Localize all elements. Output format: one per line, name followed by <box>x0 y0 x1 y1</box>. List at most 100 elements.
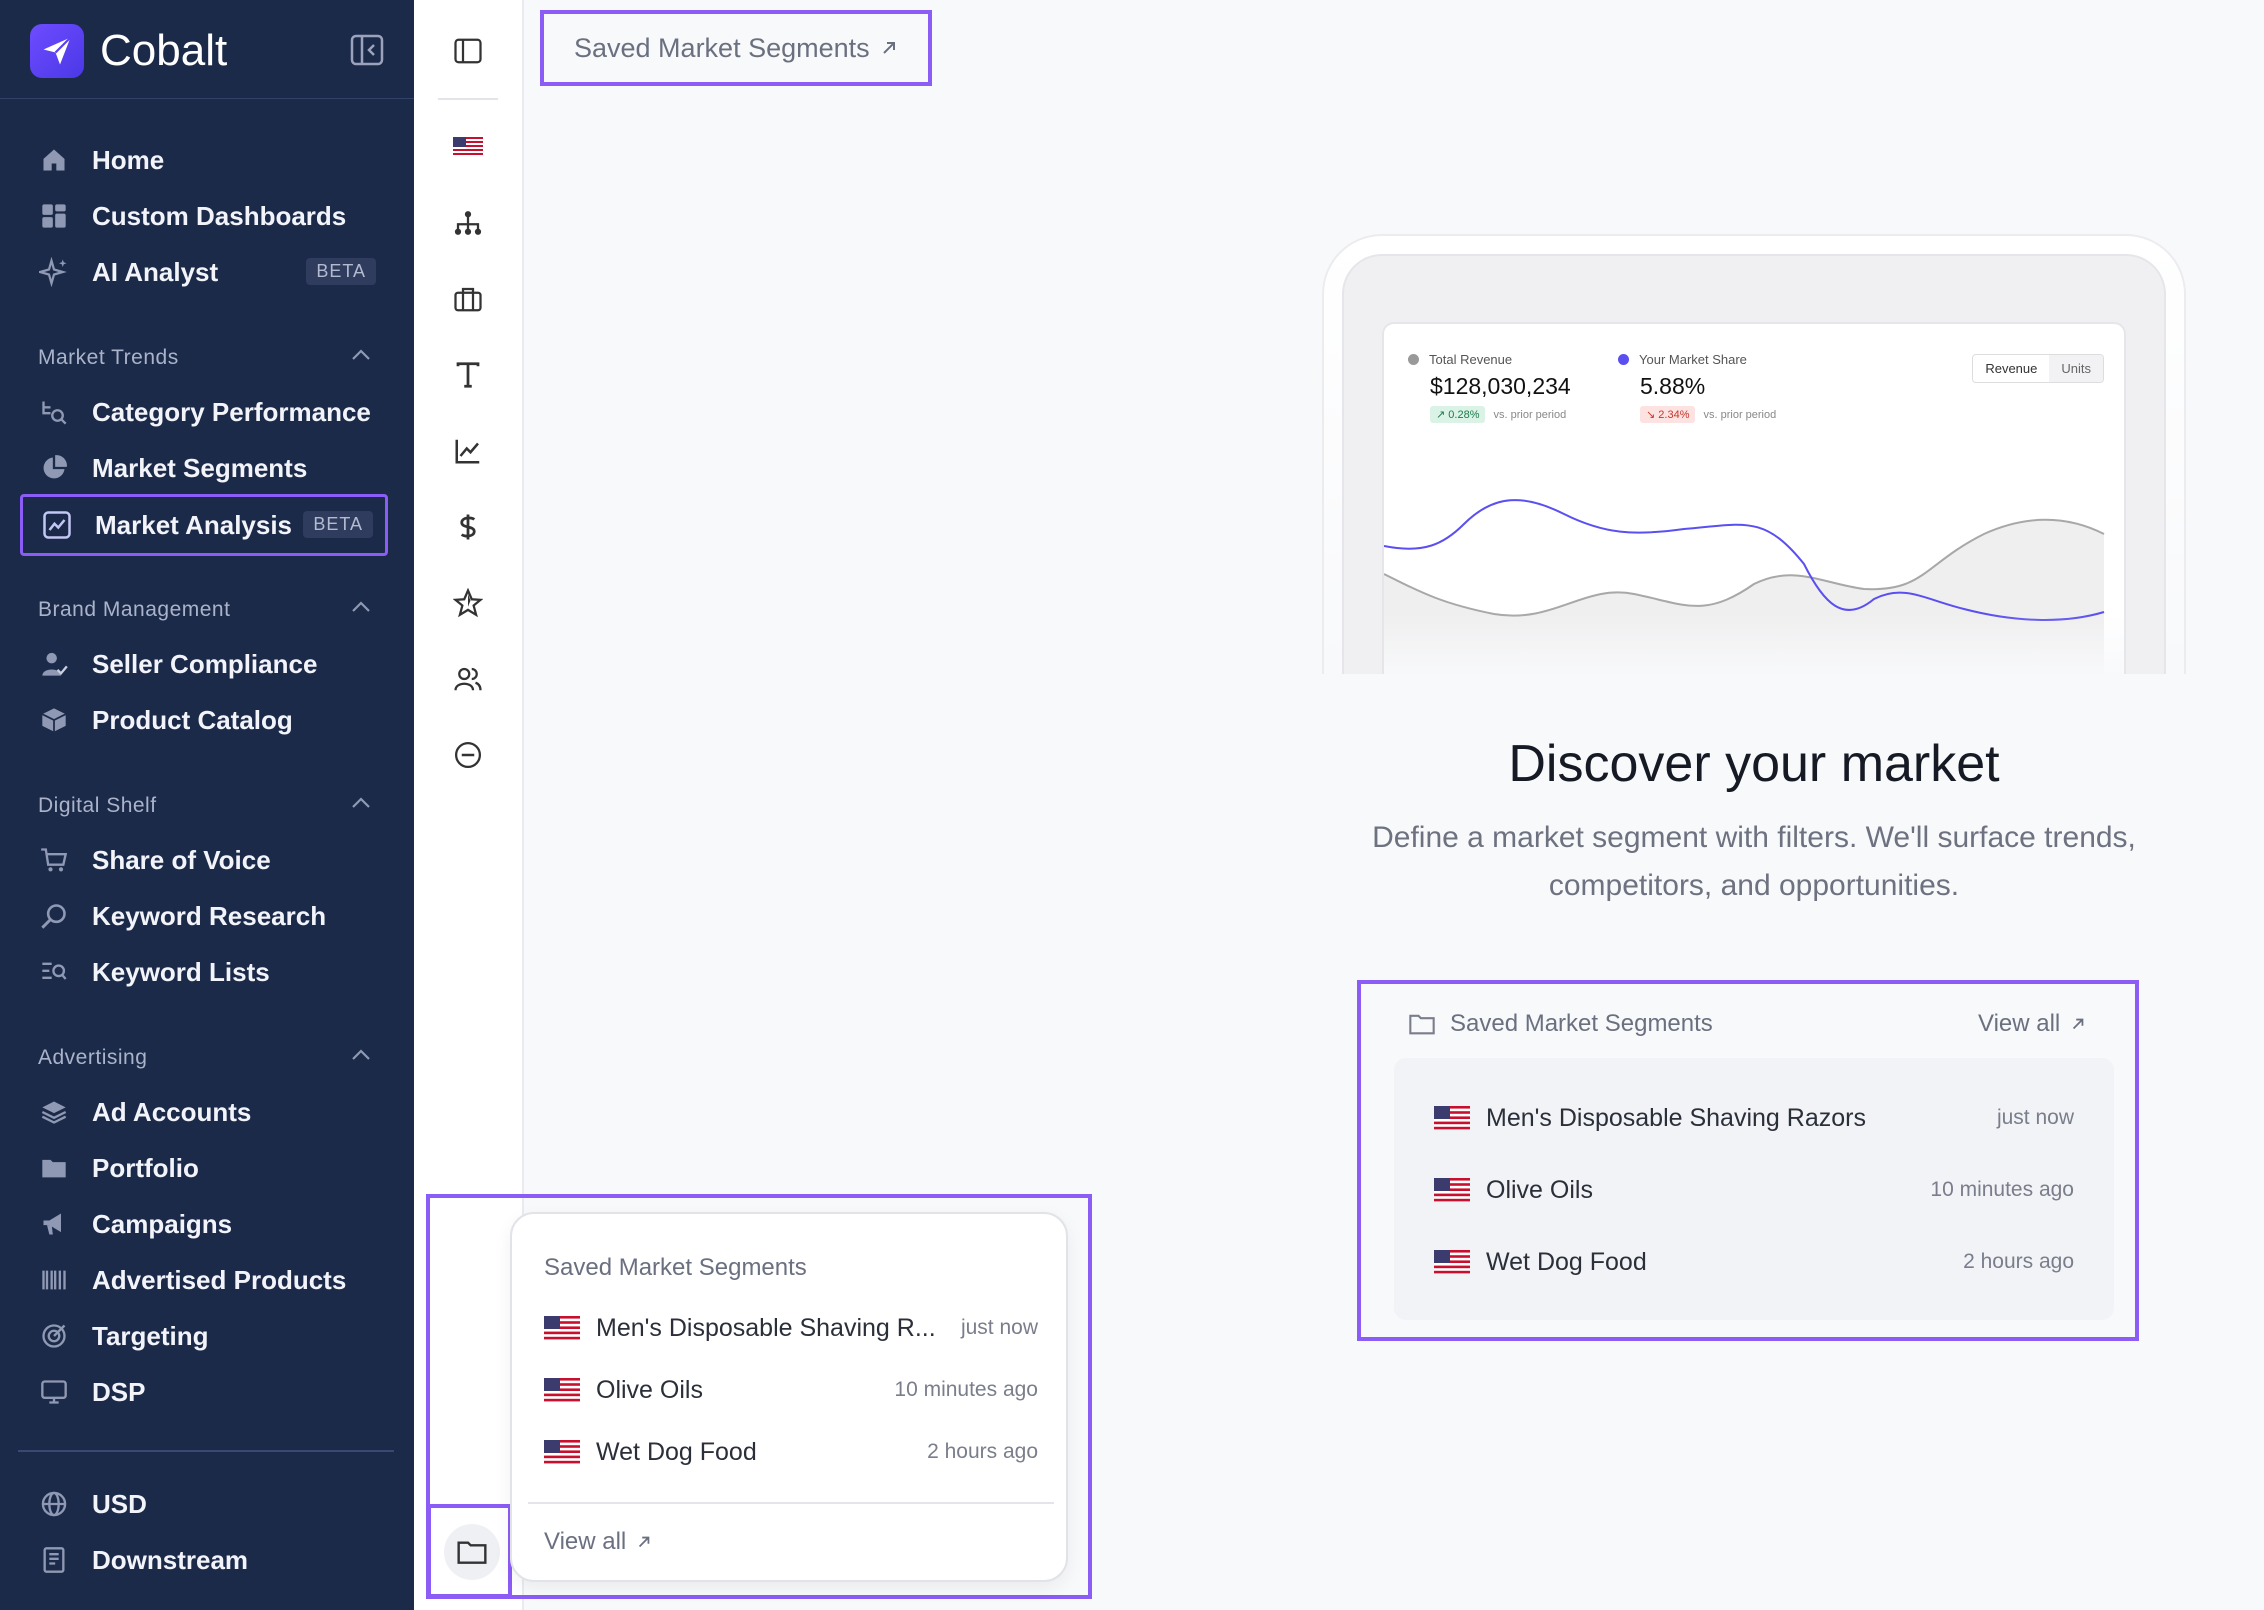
view-all-label: View all <box>1978 1010 2061 1037</box>
beta-badge: BETA <box>303 511 373 538</box>
nav-label: Ad Accounts <box>92 1096 252 1127</box>
list-search-icon <box>38 956 70 988</box>
link-label: Saved Market Segments <box>574 32 870 63</box>
target-icon <box>38 1320 70 1352</box>
change-value: 0.28% <box>1448 409 1480 421</box>
nav-seller-compliance[interactable]: Seller Compliance <box>20 636 388 692</box>
nav-campaigns[interactable]: Campaigns <box>20 1196 388 1252</box>
nav-label: USD <box>92 1488 147 1519</box>
nav-label: Share of Voice <box>92 844 271 875</box>
popover-segment-row[interactable]: Olive Oils 10 minutes ago <box>544 1372 1038 1408</box>
section-header-advertising: Advertising <box>38 1046 148 1069</box>
segment-time: 2 hours ago <box>1963 1250 2074 1273</box>
star-icon[interactable] <box>445 580 491 626</box>
nav-label: Portfolio <box>92 1152 199 1183</box>
metric-label: Total Revenue <box>1429 352 1513 367</box>
segment-name: Men's Disposable Shaving Razors <box>1486 1103 1866 1132</box>
nav-share-of-voice[interactable]: Share of Voice <box>20 832 388 888</box>
nav-market-analysis[interactable]: Market Analysis BETA <box>20 494 388 556</box>
toggle-units[interactable]: Units <box>2049 355 2103 382</box>
us-flag-icon <box>1434 1250 1470 1274</box>
nav-market-segments[interactable]: Market Segments <box>20 440 388 496</box>
magnifier-icon <box>38 900 70 932</box>
change-note: vs. prior period <box>1493 408 1567 421</box>
saved-segment-row[interactable]: Wet Dog Food 2 hours ago <box>1434 1242 2074 1282</box>
segment-time: 2 hours ago <box>927 1440 1038 1463</box>
users-icon[interactable] <box>445 656 491 702</box>
metric-total-revenue: Total Revenue $128,030,234 ↗ 0.28% vs. pr… <box>1408 352 1571 423</box>
chevron-up-icon[interactable] <box>350 1048 376 1068</box>
text-icon[interactable] <box>445 352 491 398</box>
chevron-up-icon[interactable] <box>350 796 376 816</box>
us-flag-icon <box>544 1440 580 1464</box>
nav-label: Category Performance <box>92 396 371 427</box>
nav-home[interactable]: Home <box>20 132 388 188</box>
metric-label: Your Market Share <box>1639 352 1747 367</box>
us-flag-icon[interactable] <box>445 124 491 170</box>
segment-time: 10 minutes ago <box>1930 1178 2074 1201</box>
saved-segment-row[interactable]: Olive Oils 10 minutes ago <box>1434 1170 2074 1210</box>
us-flag-icon <box>1434 1178 1470 1202</box>
chevron-up-icon[interactable] <box>350 348 376 368</box>
view-all-link[interactable]: View all <box>1978 1010 2086 1038</box>
view-all-label: View all <box>544 1528 627 1555</box>
change-note: vs. prior period <box>1703 408 1777 421</box>
cobalt-logo-icon <box>30 24 84 78</box>
nav-category-performance[interactable]: Category Performance <box>20 384 388 440</box>
chevron-up-icon[interactable] <box>350 600 376 620</box>
brand[interactable]: Cobalt <box>30 24 227 78</box>
nav-downstream[interactable]: Downstream <box>20 1532 388 1588</box>
nav-advertised-products[interactable]: Advertised Products <box>20 1252 388 1308</box>
folder-icon[interactable] <box>444 1524 500 1580</box>
external-arrow-icon <box>639 1536 650 1548</box>
us-flag-icon <box>544 1378 580 1402</box>
nav-keyword-lists[interactable]: Keyword Lists <box>20 944 388 1000</box>
nav-targeting[interactable]: Targeting <box>20 1308 388 1364</box>
divider <box>528 1502 1054 1504</box>
segment-name: Wet Dog Food <box>596 1437 757 1466</box>
hero-subtitle: Define a market segment with filters. We… <box>1372 821 2136 902</box>
nav-label: Seller Compliance <box>92 648 318 679</box>
collapse-sidebar-icon[interactable] <box>350 34 384 66</box>
nav-portfolio[interactable]: Portfolio <box>20 1140 388 1196</box>
divider <box>0 98 414 99</box>
segment-name: Olive Oils <box>596 1375 703 1404</box>
metric-toggle[interactable]: Revenue Units <box>1972 354 2104 383</box>
nav-label: Downstream <box>92 1544 249 1575</box>
sidebar-toggle-icon[interactable] <box>445 28 491 74</box>
nav-label: Targeting <box>92 1320 209 1351</box>
segment-time: just now <box>1996 1106 2074 1129</box>
toggle-revenue[interactable]: Revenue <box>1973 355 2049 382</box>
line-chart-icon[interactable] <box>445 428 491 474</box>
briefcase-icon[interactable] <box>445 276 491 322</box>
dollar-icon[interactable] <box>445 504 491 550</box>
nav-currency-usd[interactable]: USD <box>20 1476 388 1532</box>
preview-fade <box>1384 614 2124 674</box>
layers-icon <box>38 1096 70 1128</box>
folder-icon <box>38 1152 70 1184</box>
document-icon <box>38 1544 70 1576</box>
nav-label: Home <box>92 144 165 175</box>
segment-name: Men's Disposable Shaving R... <box>596 1313 936 1342</box>
minus-circle-icon[interactable] <box>445 732 491 778</box>
popover-view-all-link[interactable]: View all <box>544 1528 652 1556</box>
segment-name: Wet Dog Food <box>1486 1247 1647 1276</box>
folder-icon <box>1409 1014 1435 1035</box>
monitor-icon <box>38 1376 70 1408</box>
hierarchy-icon[interactable] <box>445 200 491 246</box>
nav-label: Product Catalog <box>92 704 293 735</box>
nav-keyword-research[interactable]: Keyword Research <box>20 888 388 944</box>
nav-ai-analyst[interactable]: AI Analyst BETA <box>20 244 388 300</box>
nav-ad-accounts[interactable]: Ad Accounts <box>20 1084 388 1140</box>
section-header-brand-management: Brand Management <box>38 598 231 621</box>
popover-segment-row[interactable]: Men's Disposable Shaving R... just now <box>544 1310 1038 1346</box>
nav-product-catalog[interactable]: Product Catalog <box>20 692 388 748</box>
saved-segments-list: Men's Disposable Shaving Razors just now… <box>1394 1058 2114 1320</box>
popover-segment-row[interactable]: Wet Dog Food 2 hours ago <box>544 1434 1038 1470</box>
saved-segment-row[interactable]: Men's Disposable Shaving Razors just now <box>1434 1098 2074 1138</box>
nav-custom-dashboards[interactable]: Custom Dashboards <box>20 188 388 244</box>
segment-time: 10 minutes ago <box>894 1378 1038 1401</box>
nav-dsp[interactable]: DSP <box>20 1364 388 1420</box>
home-icon <box>38 144 70 176</box>
saved-segments-link[interactable]: Saved Market Segments <box>540 10 932 86</box>
